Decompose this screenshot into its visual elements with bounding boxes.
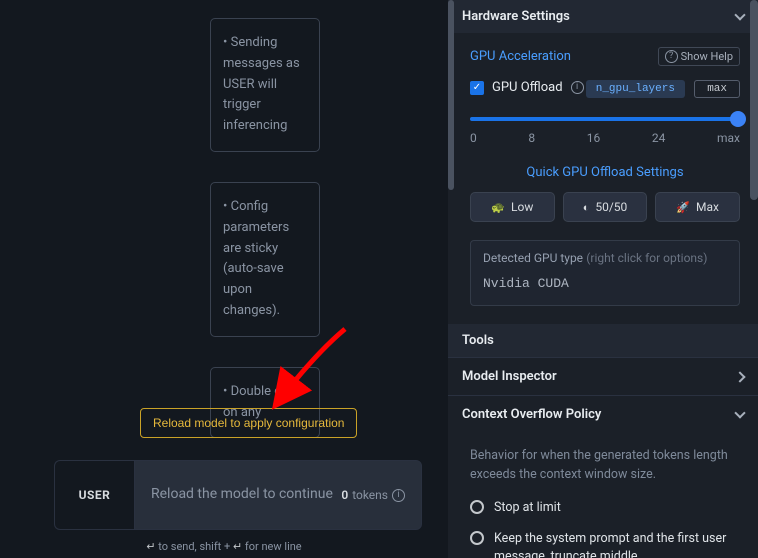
keyboard-hint: ↵ to send, shift + ↵ for new line xyxy=(0,540,448,553)
quick-max-button[interactable]: 🚀Max xyxy=(655,192,740,222)
detected-gpu-value: Nvidia CUDA xyxy=(483,276,727,291)
scrollbar[interactable] xyxy=(750,0,758,558)
show-help-button[interactable]: ? Show Help xyxy=(658,47,740,66)
half-icon: ◐ xyxy=(583,201,590,214)
hardware-settings-body: GPU Acceleration ? Show Help ✓ GPU Offlo… xyxy=(448,33,758,324)
detected-gpu-box[interactable]: Detected GPU type (right click for optio… xyxy=(470,240,740,306)
model-inspector-row[interactable]: Model Inspector xyxy=(448,357,758,395)
tips-column: • Sending messages as USER will trigger … xyxy=(210,0,320,468)
rocket-icon: 🚀 xyxy=(676,201,690,214)
gpu-offload-checkbox[interactable]: ✓ xyxy=(470,81,484,95)
info-icon[interactable]: i xyxy=(571,81,584,94)
turtle-icon: 🐢 xyxy=(491,201,505,214)
context-overflow-body: Behavior for when the generated tokens l… xyxy=(448,433,758,558)
chevron-right-icon xyxy=(734,371,745,382)
max-button[interactable]: max xyxy=(694,80,740,98)
hardware-settings-header[interactable]: Hardware Settings xyxy=(448,0,758,33)
gpu-acceleration-title: GPU Acceleration xyxy=(470,49,571,64)
radio-icon xyxy=(470,531,484,545)
reload-model-button[interactable]: Reload model to apply configuration xyxy=(140,408,357,438)
chevron-down-icon xyxy=(734,9,745,20)
info-icon: ? xyxy=(665,50,678,63)
gpu-layers-slider[interactable]: 0 8 16 24 max xyxy=(470,117,740,145)
user-role-label: USER xyxy=(54,460,134,530)
quick-5050-button[interactable]: ◐50/50 xyxy=(563,192,648,222)
tip-box: • Sending messages as USER will trigger … xyxy=(210,18,320,152)
tools-header: Tools xyxy=(448,324,758,357)
input-placeholder: Reload the model to continue xyxy=(151,485,333,505)
user-message-input[interactable]: Reload the model to continue 0 tokens i xyxy=(134,460,422,530)
policy-option-truncate-middle[interactable]: Keep the system prompt and the first use… xyxy=(470,530,740,558)
scrollbar[interactable] xyxy=(448,0,454,558)
radio-icon xyxy=(470,500,484,514)
info-icon[interactable]: i xyxy=(392,489,405,502)
user-input-row: USER Reload the model to continue 0 toke… xyxy=(54,460,422,530)
slider-ticks: 0 8 16 24 max xyxy=(470,131,740,145)
quick-low-button[interactable]: 🐢Low xyxy=(470,192,555,222)
slider-thumb[interactable] xyxy=(730,111,746,127)
policy-description: Behavior for when the generated tokens l… xyxy=(470,447,740,485)
context-overflow-header[interactable]: Context Overflow Policy xyxy=(448,395,758,433)
chevron-down-icon xyxy=(734,407,745,418)
quick-settings-title: Quick GPU Offload Settings xyxy=(470,165,740,180)
policy-option-stop[interactable]: Stop at limit xyxy=(470,499,740,517)
gpu-offload-label: GPU Offload xyxy=(492,80,563,95)
left-pane: • Sending messages as USER will trigger … xyxy=(0,0,448,558)
token-count: 0 tokens i xyxy=(341,488,405,502)
right-panel: Hardware Settings GPU Acceleration ? Sho… xyxy=(448,0,758,558)
tip-box: • Config parameters are sticky (auto-sav… xyxy=(210,182,320,337)
param-tag: n_gpu_layers xyxy=(586,80,685,98)
